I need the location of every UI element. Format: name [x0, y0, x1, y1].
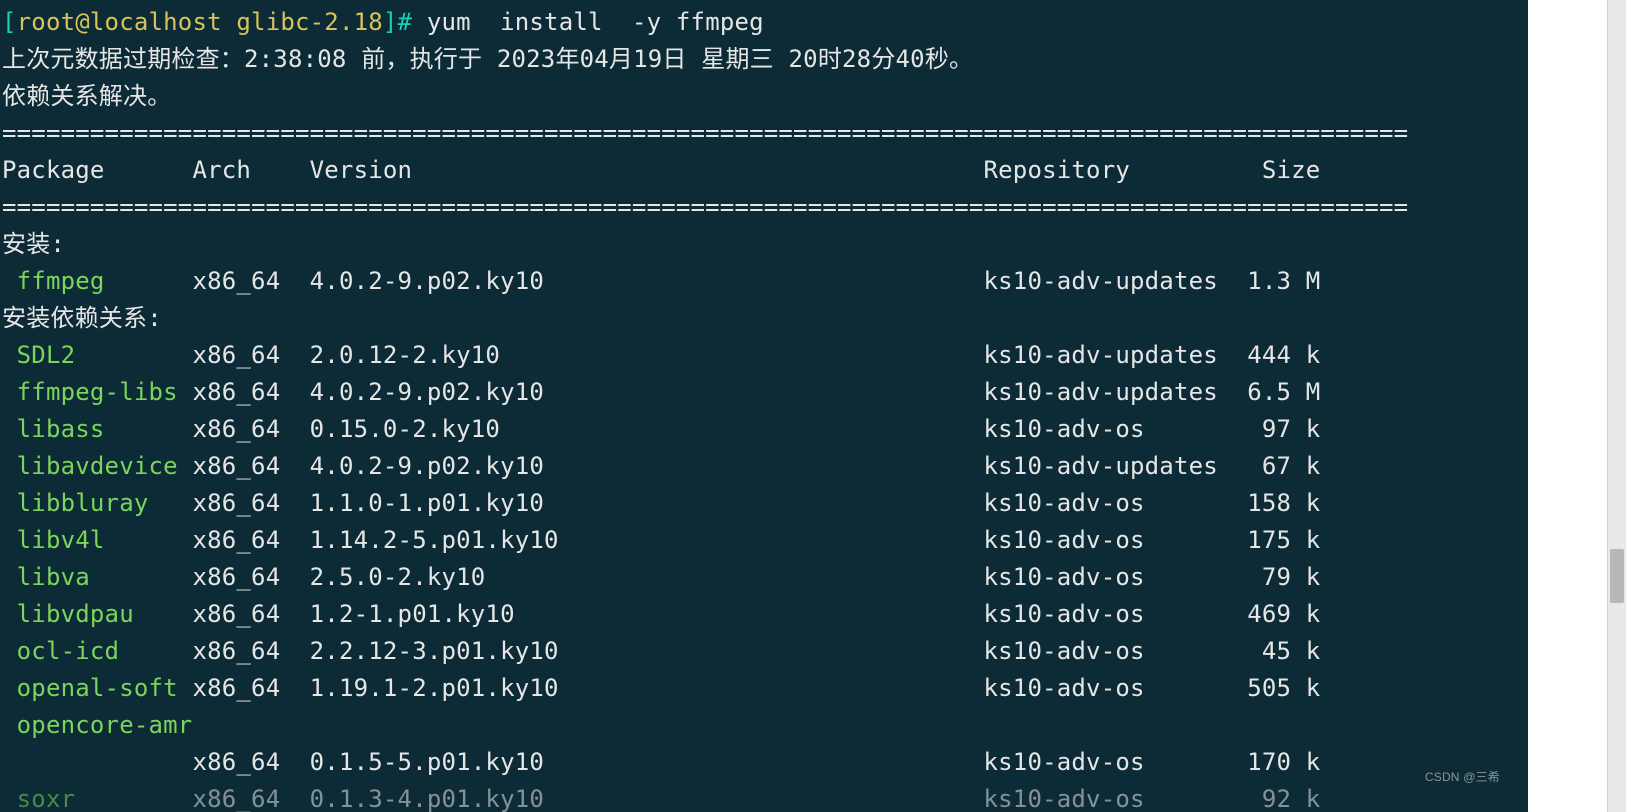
vertical-scrollbar-track[interactable] — [1607, 0, 1626, 812]
table-row: x86_64 0.1.5-5.p01.ky10 ks10-adv-os 170 … — [0, 744, 1528, 781]
table-row: libavdevice x86_64 4.0.2-9.p02.ky10 ks10… — [0, 448, 1528, 485]
section-install: 安装: — [0, 226, 1528, 263]
watermark: CSDN @三希 — [1425, 759, 1500, 796]
window-frame: [root@localhost glibc-2.18]# yum install… — [0, 0, 1626, 812]
table-row: libva x86_64 2.5.0-2.ky10 ks10-adv-os 79… — [0, 559, 1528, 596]
table-row: libvdpau x86_64 1.2-1.p01.ky10 ks10-adv-… — [0, 596, 1528, 633]
table-row: SDL2 x86_64 2.0.12-2.ky10 ks10-adv-updat… — [0, 337, 1528, 374]
prompt-line: [root@localhost glibc-2.18]# yum install… — [0, 4, 1528, 41]
deps-resolved-line: 依赖关系解决。 — [0, 78, 1528, 115]
table-row: ffmpeg-libs x86_64 4.0.2-9.p02.ky10 ks10… — [0, 374, 1528, 411]
table-row: ocl-icd x86_64 2.2.12-3.p01.ky10 ks10-ad… — [0, 633, 1528, 670]
table-row: libass x86_64 0.15.0-2.ky10 ks10-adv-os … — [0, 411, 1528, 448]
table-row: opencore-amr — [0, 707, 1528, 744]
terminal-pane[interactable]: [root@localhost glibc-2.18]# yum install… — [0, 0, 1528, 812]
table-row: soxr x86_64 0.1.3-4.p01.ky10 ks10-adv-os… — [0, 781, 1528, 812]
section-install-deps: 安装依赖关系: — [0, 300, 1528, 337]
divider-line: ========================================… — [0, 189, 1528, 226]
gap-area — [1528, 0, 1608, 812]
meta-line: 上次元数据过期检查：2:38:08 前，执行于 2023年04月19日 星期三 … — [0, 41, 1528, 78]
divider-line: ========================================… — [0, 115, 1528, 152]
table-row: libv4l x86_64 1.14.2-5.p01.ky10 ks10-adv… — [0, 522, 1528, 559]
table-header: Package Arch Version Repository Size — [0, 152, 1528, 189]
vertical-scrollbar-thumb[interactable] — [1610, 549, 1624, 603]
table-row: ffmpeg x86_64 4.0.2-9.p02.ky10 ks10-adv-… — [0, 263, 1528, 300]
table-row: openal-soft x86_64 1.19.1-2.p01.ky10 ks1… — [0, 670, 1528, 707]
table-row: libbluray x86_64 1.1.0-1.p01.ky10 ks10-a… — [0, 485, 1528, 522]
